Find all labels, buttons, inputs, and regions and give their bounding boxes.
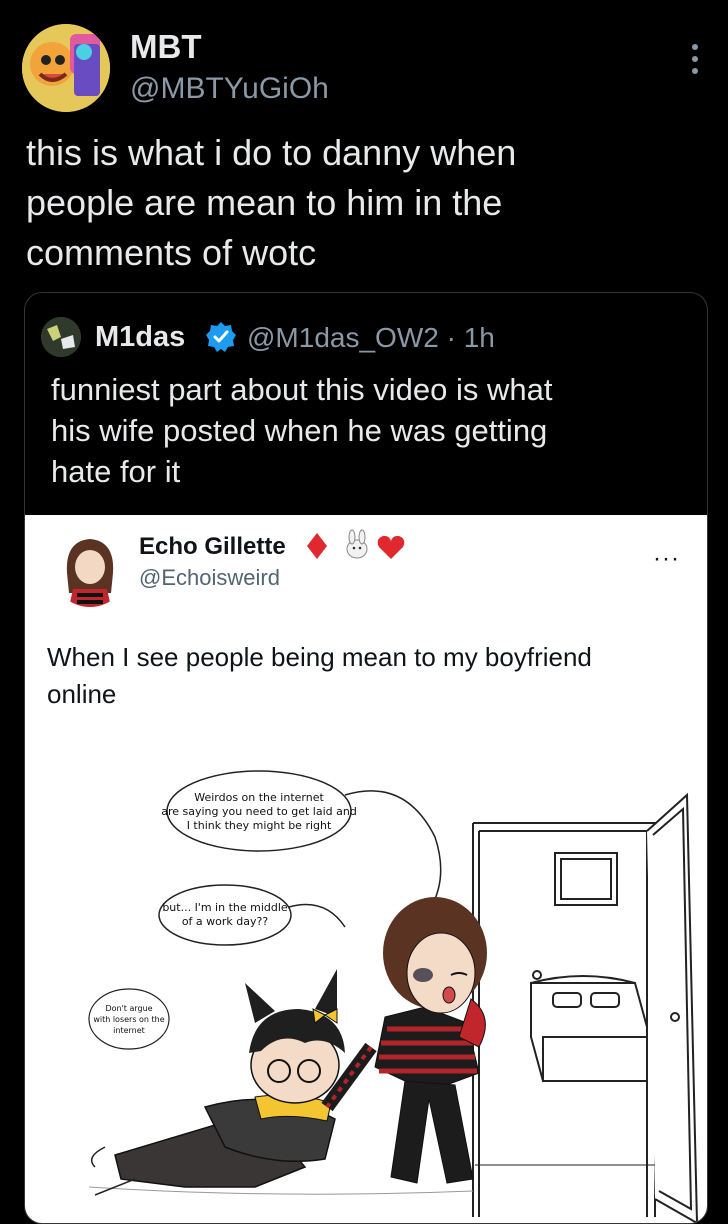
post-header: MBT @MBTYuGiOh [22,18,712,118]
quoted-text-line: his wife posted when he was getting [51,413,548,448]
quoted-tweet-card[interactable]: M1das @M1das_OW2 · 1h funniest part abou… [24,292,708,1224]
bubble-2-line: of a work day?? [182,915,269,928]
quoted-text-line: funniest part about this video is what [51,372,553,407]
comic-illustration: Weirdos on the internet are saying you n… [75,747,705,1223]
bubble-3-line: Don't argue [105,1004,152,1013]
author-avatar[interactable] [22,24,110,112]
quoted-handle-time[interactable]: @M1das_OW2 · 1h [247,322,495,354]
verified-badge-icon [205,321,237,353]
author-handle[interactable]: @MBTYuGiOh [130,72,329,106]
embedded-author-name: Echo Gillette [139,533,286,560]
post-text: this is what i do to danny when people a… [26,128,706,278]
quoted-author-name[interactable]: M1das [95,321,185,354]
doorway [472,792,699,1223]
author-name[interactable]: MBT [130,28,201,66]
embedded-more-icon: ··· [653,545,680,572]
bubble-1-line: are saying you need to get laid and [161,805,357,818]
quoted-author-avatar[interactable] [41,317,81,357]
quoted-text: funniest part about this video is what h… [51,369,691,492]
embedded-text-line: online [47,679,117,709]
post-text-line: people are mean to him in the [26,182,503,223]
name-emoji-icons [305,529,415,563]
embedded-text-line: When I see people being mean to my boyfr… [47,642,592,672]
post-text-line: this is what i do to danny when [26,132,517,173]
quoted-text-line: hate for it [51,454,181,489]
girl-character [321,897,487,1184]
quoted-tweet-header: M1das @M1das_OW2 · 1h [41,315,701,359]
embedded-avatar [51,529,129,607]
embedded-handle: @Echoisweird [139,565,280,590]
more-options-icon[interactable] [692,44,700,86]
bubble-1-line: Weirdos on the internet [194,791,324,804]
bubble-2-line: but... I'm in the middle [162,901,288,914]
embedded-screenshot[interactable]: Echo Gillette @Echoisweird ··· When I se… [25,515,707,1223]
bubble-3-line: with losers on the [93,1015,164,1024]
embedded-text: When I see people being mean to my boyfr… [47,639,687,713]
post-text-line: comments of wotc [26,232,317,273]
bubble-1-line: I think they might be right [187,819,332,832]
bubble-3-line: internet [113,1026,145,1035]
